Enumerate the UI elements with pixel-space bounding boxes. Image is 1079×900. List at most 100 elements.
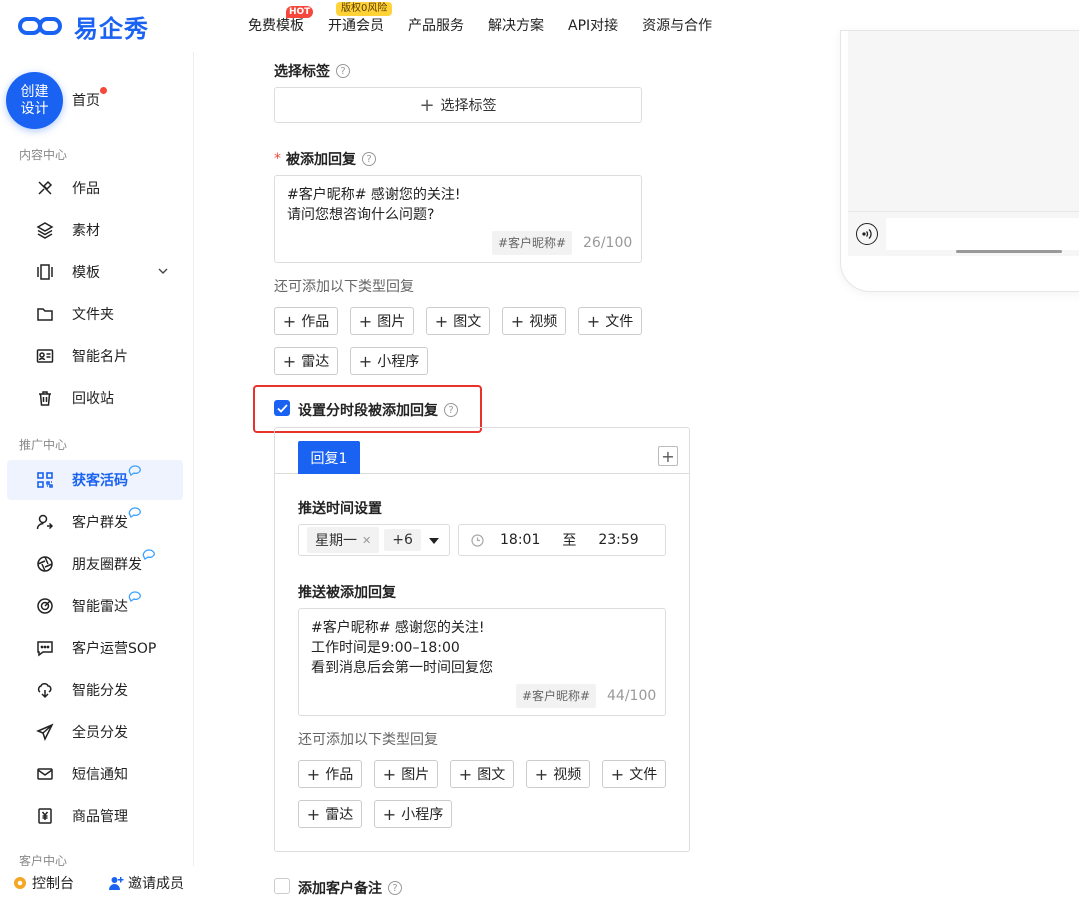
sidebar-item-customer-sop[interactable]: 客户运营SOP [7, 628, 183, 668]
section-title-promotion: 推广中心 [19, 438, 68, 452]
add-video-button[interactable]: + 视频 [502, 307, 566, 335]
help-icon[interactable]: ? [362, 152, 376, 166]
plus-icon: + [282, 311, 297, 331]
type-label: 作品 [301, 314, 330, 330]
sidebar-item-all-staff-distribution[interactable]: 全员分发 [7, 712, 183, 752]
sidebar-item-smart-distribution[interactable]: 智能分发 [7, 670, 183, 710]
invite-member-link[interactable]: 邀请成员 [108, 873, 184, 893]
sidebar-item-smart-radar[interactable]: 智能雷达 [7, 586, 183, 626]
nickname-variable-chip[interactable]: #客户昵称# [516, 684, 597, 708]
add-radar-button[interactable]: + 雷达 [274, 347, 338, 375]
add-file-button[interactable]: + 文件 [602, 760, 666, 788]
reply-line: #客户昵称# 感谢您的关注! [311, 620, 485, 636]
chat-screen [848, 31, 1079, 211]
add-radar-button[interactable]: + 雷达 [298, 800, 362, 828]
sidebar-item-label: 商品管理 [72, 809, 128, 825]
tag-field-label: 选择标签 ? [274, 61, 350, 81]
add-article-button[interactable]: + 图文 [450, 760, 514, 788]
layers-icon [35, 220, 55, 240]
sidebar-item-recycle-bin[interactable]: 回收站 [7, 378, 183, 418]
type-label: 小程序 [401, 807, 444, 823]
add-image-button[interactable]: + 图片 [374, 760, 438, 788]
sidebar-footer: 控制台 邀请成员 [0, 866, 194, 900]
highlight-box [253, 385, 482, 433]
chevron-down-icon[interactable] [157, 265, 169, 281]
type-label: 小程序 [377, 354, 420, 370]
console-link[interactable]: 控制台 [12, 873, 74, 893]
plus-icon: + [306, 804, 321, 824]
reply-field-label: * 被添加回复 ? [274, 149, 376, 169]
sidebar-item-folders[interactable]: 文件夹 [7, 294, 183, 334]
sidebar-item-materials[interactable]: 素材 [7, 210, 183, 250]
reply-textarea[interactable]: #客户昵称# 感谢您的关注! 请问您想咨询什么问题? #客户昵称# 26/100 [274, 175, 642, 263]
reply-line: #客户昵称# 感谢您的关注! [287, 187, 461, 203]
help-icon[interactable]: ? [388, 881, 402, 895]
sidebar-item-templates[interactable]: 模板 [7, 252, 183, 292]
plus-icon: + [419, 94, 435, 116]
start-time[interactable]: 18:01 [500, 532, 540, 548]
aperture-icon [35, 554, 55, 574]
nav-api[interactable]: API对接 [556, 0, 630, 52]
select-tag-button[interactable]: + 选择标签 [274, 87, 642, 123]
pencil-ruler-icon [35, 178, 55, 198]
trash-icon [35, 388, 55, 408]
sidebar-item-home[interactable]: 首页 [72, 90, 100, 110]
add-tab-button[interactable]: + [658, 446, 678, 466]
sidebar-item-business-card[interactable]: 智能名片 [7, 336, 183, 376]
time-range-picker[interactable]: 18:01 至 23:59 [458, 524, 666, 556]
nav-membership[interactable]: 开通会员 版权0风险 [316, 0, 396, 52]
tab-reply-1[interactable]: 回复1 [298, 441, 360, 474]
sidebar-item-label: 作品 [72, 181, 100, 197]
close-icon[interactable]: ✕ [362, 534, 371, 547]
more-weekdays-chip: +6 [384, 529, 421, 551]
push-reply-textarea[interactable]: #客户昵称# 感谢您的关注! 工作时间是9:00–18:00 看到消息后会第一时… [298, 608, 666, 716]
plus-icon: + [358, 311, 373, 331]
type-label: 图文 [453, 314, 482, 330]
type-label: 文件 [605, 314, 634, 330]
plus-icon: + [586, 311, 601, 331]
create-design-button[interactable]: 创建设计 [6, 72, 63, 129]
nav-free-templates[interactable]: 免费模板 HOT [236, 0, 316, 52]
add-work-button[interactable]: + 作品 [274, 307, 338, 335]
sidebar-item-works[interactable]: 作品 [7, 168, 183, 208]
weekday-select[interactable]: 星期一 ✕ +6 [298, 524, 450, 556]
add-article-button[interactable]: + 图文 [426, 307, 490, 335]
add-miniprogram-button[interactable]: + 小程序 [350, 347, 428, 375]
home-indicator [956, 250, 1062, 253]
add-file-button[interactable]: + 文件 [578, 307, 642, 335]
distribute-icon [35, 680, 55, 700]
add-miniprogram-button[interactable]: + 小程序 [374, 800, 452, 828]
sidebar-item-sms-notification[interactable]: 短信通知 [7, 754, 183, 794]
help-icon[interactable]: ? [336, 64, 350, 78]
weekday-chip[interactable]: 星期一 ✕ [307, 527, 380, 553]
end-time[interactable]: 23:59 [598, 532, 638, 548]
sidebar-item-label: 朋友圈群发 [72, 557, 142, 573]
sidebar-item-customer-broadcast[interactable]: 客户群发 [7, 502, 183, 542]
nav-solutions[interactable]: 解决方案 [476, 0, 556, 52]
nickname-variable-chip[interactable]: #客户昵称# [492, 231, 573, 255]
sidebar-item-label: 模板 [72, 265, 100, 281]
add-image-button[interactable]: + 图片 [350, 307, 414, 335]
label-text: 选择标签 [274, 64, 330, 80]
sidebar-item-lead-qrcode[interactable]: 获客活码 [7, 460, 183, 500]
plus-icon: + [510, 311, 525, 331]
sidebar-item-label: 客户运营SOP [72, 641, 157, 657]
nav-resources[interactable]: 资源与合作 [630, 0, 724, 52]
sidebar-item-label: 智能分发 [72, 683, 128, 699]
brand-logo[interactable]: 易企秀 [18, 12, 149, 43]
notification-dot [100, 87, 107, 94]
add-video-button[interactable]: + 视频 [526, 760, 590, 788]
hot-badge: HOT [286, 6, 314, 18]
add-work-button[interactable]: + 作品 [298, 760, 362, 788]
chat-dots-icon [35, 638, 55, 658]
nav-label: 免费模板 [248, 18, 304, 34]
nav-products[interactable]: 产品服务 [396, 0, 476, 52]
sidebar-item-moments-broadcast[interactable]: 朋友圈群发 [7, 544, 183, 584]
plus-icon: + [382, 804, 397, 824]
type-label: 视频 [553, 767, 582, 783]
chat-bubble-icon [127, 465, 143, 481]
customer-note-checkbox[interactable] [274, 878, 290, 894]
customer-note-label[interactable]: 添加客户备注 ? [298, 878, 402, 898]
sidebar-item-product-management[interactable]: 商品管理 [7, 796, 183, 836]
sidebar-item-label: 智能雷达 [72, 599, 128, 615]
